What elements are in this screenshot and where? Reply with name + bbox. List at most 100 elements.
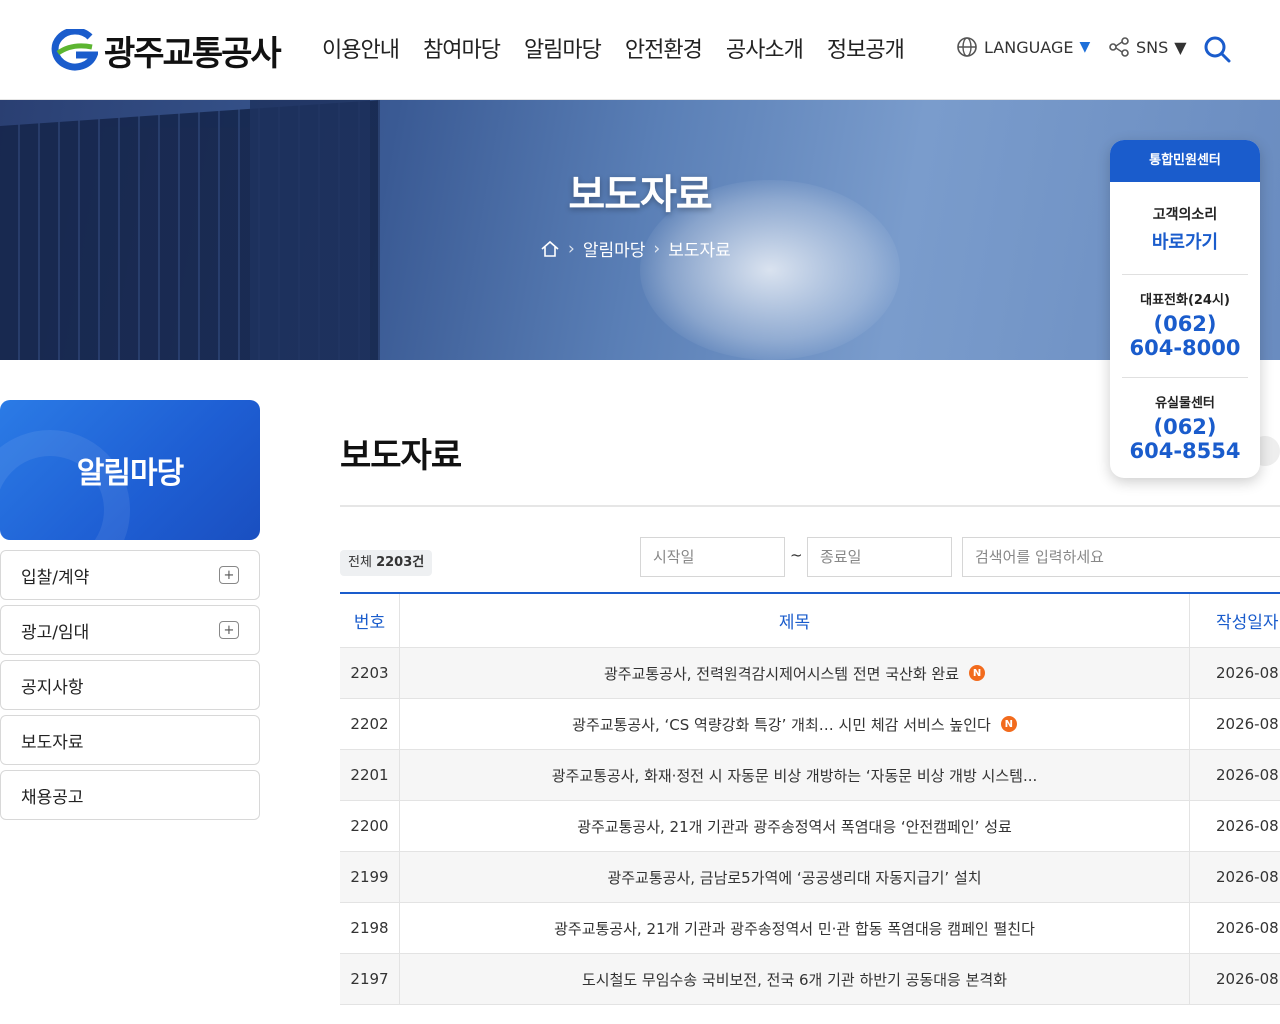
customer-voice-link[interactable]: 바로가기 [1120, 228, 1250, 254]
main-phone: 대표전화(24시) (062) 604-8000 [1110, 275, 1260, 377]
search-icon[interactable] [1203, 35, 1231, 63]
table-row[interactable]: 2198 광주교통공사, 21개 기관과 광주송정역서 민·관 합동 폭염대응 캠… [340, 903, 1280, 954]
table-row[interactable]: 2200 광주교통공사, 21개 기관과 광주송정역서 폭염대응 ‘안전캠페인’ … [340, 801, 1280, 852]
lost-found-label: 유실물센터 [1155, 396, 1215, 411]
row-title-link[interactable]: 광주교통공사, 21개 기관과 광주송정역서 폭염대응 ‘안전캠페인’ 성료 [577, 816, 1012, 837]
chevron-down-icon: ▼ [1174, 37, 1187, 57]
main-phone-number: 604-8000 [1129, 336, 1241, 360]
table-body: 2203 광주교통공사, 전력원격감시제어시스템 전면 국산화 완료 N 2026-0… [340, 648, 1280, 1005]
table-header: 번호 제목 작성일자 [340, 594, 1280, 648]
main-phone-label: 대표전화(24시) [1140, 293, 1230, 308]
side-menu-title: 알림마당 [76, 456, 184, 491]
sidebar-item-label: 입찰/계약 [21, 567, 90, 588]
nav-item-guide[interactable]: 이용안내 [322, 32, 400, 64]
chevron-right-icon: › [568, 238, 575, 259]
row-number: 2203 [340, 648, 400, 698]
date-range-separator: ~ [790, 546, 803, 564]
divider [340, 505, 1280, 507]
press-table: 번호 제목 작성일자 2203 광주교통공사, 전력원격감시제어시스템 전면 국산… [340, 592, 1280, 1005]
table-row[interactable]: 2199 광주교통공사, 금남로5가역에 ‘공공생리대 자동지급기’ 설치 2026… [340, 852, 1280, 903]
language-label: LANGUAGE [984, 37, 1074, 57]
column-header-date: 작성일자 [1216, 613, 1279, 633]
sns-selector[interactable]: SNS ▼ [1108, 36, 1187, 58]
row-title-link[interactable]: 도시철도 무임수송 국비보전, 전국 6개 기관 하반기 공동대응 본격화 [582, 969, 1007, 990]
row-title-cell[interactable]: 광주교통공사, 전력원격감시제어시스템 전면 국산화 완료 N [400, 648, 1190, 698]
nav-item-about[interactable]: 공사소개 [726, 32, 804, 64]
row-date: 2026-08 [1216, 919, 1279, 937]
sidebar-item-label: 공지사항 [21, 677, 84, 698]
plus-icon[interactable]: + [219, 621, 239, 639]
sidebar-item-label: 보도자료 [21, 732, 84, 753]
search-input[interactable]: 검색어를 입력하세요 [962, 537, 1280, 577]
row-title-cell[interactable]: 도시철도 무임수송 국비보전, 전국 6개 기관 하반기 공동대응 본격화 [400, 954, 1190, 1004]
table-row[interactable]: 2202 광주교통공사, ‘CS 역량강화 특강’ 개최… 시민 체감 서비스 높… [340, 699, 1280, 750]
home-icon[interactable] [540, 239, 560, 259]
customer-voice-label: 고객의소리 [1152, 207, 1218, 223]
contact-panel-title: 통합민원센터 [1110, 140, 1260, 182]
sidebar-item-notices[interactable]: 공지사항 [0, 660, 260, 710]
breadcrumb-item[interactable]: 보도자료 [668, 236, 731, 261]
row-title-cell[interactable]: 광주교통공사, 금남로5가역에 ‘공공생리대 자동지급기’ 설치 [400, 852, 1190, 902]
main-phone-area: (062) [1153, 312, 1217, 336]
row-title-link[interactable]: 광주교통공사, 금남로5가역에 ‘공공생리대 자동지급기’ 설치 [607, 867, 981, 888]
row-title-link[interactable]: 광주교통공사, 21개 기관과 광주송정역서 민·관 합동 폭염대응 캠페인 펼… [554, 918, 1035, 939]
chevron-right-icon: › [653, 238, 661, 259]
total-count-badge: 전체 2203건 [340, 550, 433, 576]
new-badge-icon: N [969, 665, 986, 681]
row-number: 2198 [340, 903, 400, 953]
side-menu-header: 알림마당 [0, 400, 260, 540]
row-number: 2199 [340, 852, 400, 902]
row-title-link[interactable]: 광주교통공사, 전력원격감시제어시스템 전면 국산화 완료 [604, 663, 959, 684]
lost-found: 유실물센터 (062) 604-8554 [1110, 378, 1260, 463]
row-title-link[interactable]: 광주교통공사, ‘CS 역량강화 특강’ 개최… 시민 체감 서비스 높인다 [572, 714, 991, 735]
logo-mark-icon [51, 28, 98, 70]
end-date-input[interactable]: 종료일 [807, 537, 952, 577]
language-selector[interactable]: LANGUAGE ▼ [956, 36, 1090, 58]
sidebar-item-label: 채용공고 [21, 787, 84, 808]
row-title-cell[interactable]: 광주교통공사, 화재·정전 시 자동문 비상 개방하는 ‘자동문 비상 개방 시… [400, 750, 1190, 800]
row-date: 2026-08 [1216, 817, 1279, 835]
breadcrumb-item[interactable]: 알림마당 [583, 236, 646, 261]
breadcrumb: › 알림마당 › 보도자료 [540, 236, 731, 261]
sidebar-item-press[interactable]: 보도자료 [0, 715, 260, 765]
page-title: 보도자료 [340, 436, 462, 476]
sidebar-item-advertising[interactable]: 광고/임대 + [0, 605, 260, 655]
row-date: 2026-08 [1216, 970, 1279, 988]
row-title-link[interactable]: 광주교통공사, 화재·정전 시 자동문 비상 개방하는 ‘자동문 비상 개방 시… [552, 765, 1038, 786]
table-row[interactable]: 2201 광주교통공사, 화재·정전 시 자동문 비상 개방하는 ‘자동문 비상 … [340, 750, 1280, 801]
logo-text: 광주교통공사 [104, 34, 282, 74]
row-title-cell[interactable]: 광주교통공사, 21개 기관과 광주송정역서 폭염대응 ‘안전캠페인’ 성료 [400, 801, 1190, 851]
start-date-input[interactable]: 시작일 [640, 537, 785, 577]
column-header-num: 번호 [340, 594, 400, 647]
customer-voice[interactable]: 고객의소리 바로가기 [1110, 182, 1260, 274]
chevron-down-icon: ▼ [1079, 39, 1091, 55]
table-row[interactable]: 2197 도시철도 무임수송 국비보전, 전국 6개 기관 하반기 공동대응 본격… [340, 954, 1280, 1005]
site-logo[interactable]: 광주교통공사 [50, 26, 282, 75]
sidebar-item-recruit[interactable]: 채용공고 [0, 770, 260, 820]
nav-item-disclosure[interactable]: 정보공개 [827, 32, 905, 64]
building-image-side [250, 100, 370, 360]
row-title-cell[interactable]: 광주교통공사, 21개 기관과 광주송정역서 민·관 합동 폭염대응 캠페인 펼… [400, 903, 1190, 953]
sns-label: SNS [1136, 37, 1169, 57]
row-number: 2197 [340, 954, 400, 1004]
total-count: 2203건 [376, 555, 425, 570]
sidebar-item-bidding[interactable]: 입찰/계약 + [0, 550, 260, 600]
lost-found-area: (062) [1153, 415, 1217, 439]
site-header: 광주교통공사 이용안내 참여마당 알림마당 안전환경 공사소개 정보공개 LAN… [0, 0, 1280, 100]
row-number: 2201 [340, 750, 400, 800]
nav-item-participation[interactable]: 참여마당 [423, 32, 501, 64]
globe-icon [957, 37, 977, 57]
plus-icon[interactable]: + [219, 566, 239, 584]
row-date: 2026-08 [1216, 715, 1279, 733]
nav-item-safety[interactable]: 안전환경 [625, 32, 703, 64]
new-badge-icon: N [1000, 716, 1017, 732]
contact-panel: 통합민원센터 고객의소리 바로가기 대표전화(24시) (062) 604-80… [1110, 140, 1260, 478]
row-number: 2202 [340, 699, 400, 749]
sidebar-item-label: 광고/임대 [21, 622, 90, 643]
row-title-cell[interactable]: 광주교통공사, ‘CS 역량강화 특강’ 개최… 시민 체감 서비스 높인다 N [400, 699, 1190, 749]
row-date: 2026-08 [1216, 766, 1279, 784]
column-header-title: 제목 [400, 594, 1190, 647]
table-row[interactable]: 2203 광주교통공사, 전력원격감시제어시스템 전면 국산화 완료 N 2026-0… [340, 648, 1280, 699]
lost-found-number: 604-8554 [1129, 439, 1241, 463]
nav-item-notice[interactable]: 알림마당 [524, 32, 602, 64]
